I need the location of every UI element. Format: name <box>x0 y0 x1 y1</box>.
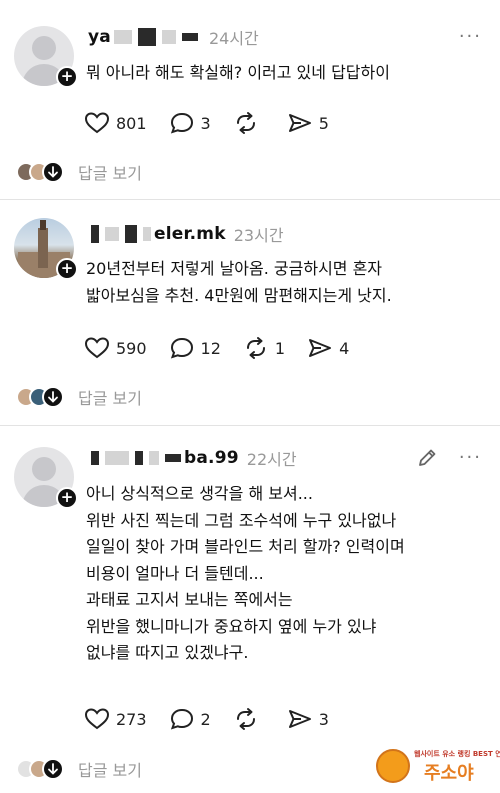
post-1-comment-count: 3 <box>200 113 211 133</box>
post-3-time: 22시간 <box>246 450 297 469</box>
post-2-actions: 590 12 1 4 <box>84 333 371 363</box>
send-icon <box>309 339 332 357</box>
post-2-content: 20년전부터 저렇게 날아옴. 궁금하시면 혼자 밟아보심을 추천. 4만원에 … <box>86 259 392 305</box>
post-1-time: 24시간 <box>208 29 259 48</box>
post-3-actions: 273 2 3 <box>84 704 351 734</box>
post-3-replies[interactable]: 답글 보기 <box>16 756 142 782</box>
pencil-icon[interactable] <box>416 447 438 469</box>
post-1-share-button[interactable]: 5 <box>287 111 329 135</box>
post-3-repost-button[interactable] <box>233 707 265 731</box>
post-1-username[interactable]: ya <box>88 27 201 47</box>
repost-icon <box>236 112 255 134</box>
post-2-header: eler.mk 23시간 <box>88 221 284 247</box>
post-3-avatar[interactable]: + <box>14 447 78 509</box>
comment-bubble-icon <box>170 337 193 359</box>
heart-icon <box>84 708 110 730</box>
post-1-repost-button[interactable] <box>233 111 265 135</box>
post-1-replies[interactable]: 답글 보기 <box>16 159 142 185</box>
post-3-comment-button[interactable]: 2 <box>169 707 211 731</box>
post-3-content: 아니 상식적으로 생각을 해 보셔... 위반 사진 찍는데 그럼 조수석에 누… <box>86 484 405 662</box>
post-3-more-menu[interactable]: ··· <box>459 447 482 468</box>
post-2-share-button[interactable]: 4 <box>307 336 349 360</box>
arrow-down-icon <box>42 161 64 183</box>
follow-plus-icon[interactable]: + <box>56 258 78 280</box>
post-3-header: ba.99 22시간 <box>88 445 297 471</box>
post-2-username[interactable]: eler.mk <box>88 224 226 244</box>
arrow-down-icon <box>42 758 64 780</box>
post-divider <box>0 425 500 426</box>
post-2-view-replies-link[interactable]: 답글 보기 <box>78 385 142 409</box>
heart-icon <box>84 337 110 359</box>
post-2-replies[interactable]: 답글 보기 <box>16 384 142 410</box>
post-1-actions: 801 3 5 <box>84 108 351 138</box>
post-2-repost-count: 1 <box>274 338 286 358</box>
mascot-icon <box>376 749 410 783</box>
post-3-comment-count: 2 <box>200 709 211 729</box>
post-3-share-button[interactable]: 3 <box>287 707 329 731</box>
post-3-username[interactable]: ba.99 <box>88 448 239 468</box>
watermark-tagline: 웹사이트 유소 랭킹 BEST 연의 <box>414 750 500 758</box>
comment-bubble-icon <box>170 112 193 134</box>
post-3-share-count: 3 <box>318 709 329 729</box>
post-1-like-button[interactable]: 801 <box>84 111 147 135</box>
repost-icon <box>236 708 255 730</box>
send-icon <box>288 114 311 132</box>
post-2-repost-button[interactable]: 1 <box>243 336 285 360</box>
post-divider <box>0 199 500 200</box>
post-2-comment-button[interactable]: 12 <box>169 336 221 360</box>
follow-plus-icon[interactable]: + <box>56 66 78 88</box>
heart-icon <box>84 112 110 134</box>
post-2-share-count: 4 <box>339 338 350 358</box>
post-2-comment-count: 12 <box>200 338 221 358</box>
post-2-time: 23시간 <box>233 226 284 245</box>
post-1-comment-button[interactable]: 3 <box>169 111 211 135</box>
post-2-like-button[interactable]: 590 <box>84 336 147 360</box>
post-3-like-button[interactable]: 273 <box>84 707 147 731</box>
post-1-header: ya 24시간 <box>88 24 259 50</box>
post-2-avatar[interactable]: + <box>14 218 78 280</box>
arrow-down-icon <box>42 386 64 408</box>
post-2-like-count: 590 <box>116 338 147 358</box>
comment-bubble-icon <box>170 708 193 730</box>
watermark-title: 주소야 <box>424 763 474 784</box>
post-1-share-count: 5 <box>318 113 329 133</box>
post-1-avatar[interactable]: + <box>14 26 78 88</box>
post-3-view-replies-link[interactable]: 답글 보기 <box>78 757 142 781</box>
post-1-like-count: 801 <box>116 113 147 133</box>
repost-icon <box>246 337 265 359</box>
site-watermark-logo: 웹사이트 유소 랭킹 BEST 연의 주소야 <box>376 747 500 785</box>
post-3-like-count: 273 <box>116 709 147 729</box>
follow-plus-icon[interactable]: + <box>56 487 78 509</box>
post-1-more-menu[interactable]: ··· <box>459 26 482 47</box>
send-icon <box>288 710 311 728</box>
post-1-content: 뭐 아니라 해도 확실해? 이러고 있네 답답하이 <box>86 63 390 82</box>
post-1-view-replies-link[interactable]: 답글 보기 <box>78 160 142 184</box>
